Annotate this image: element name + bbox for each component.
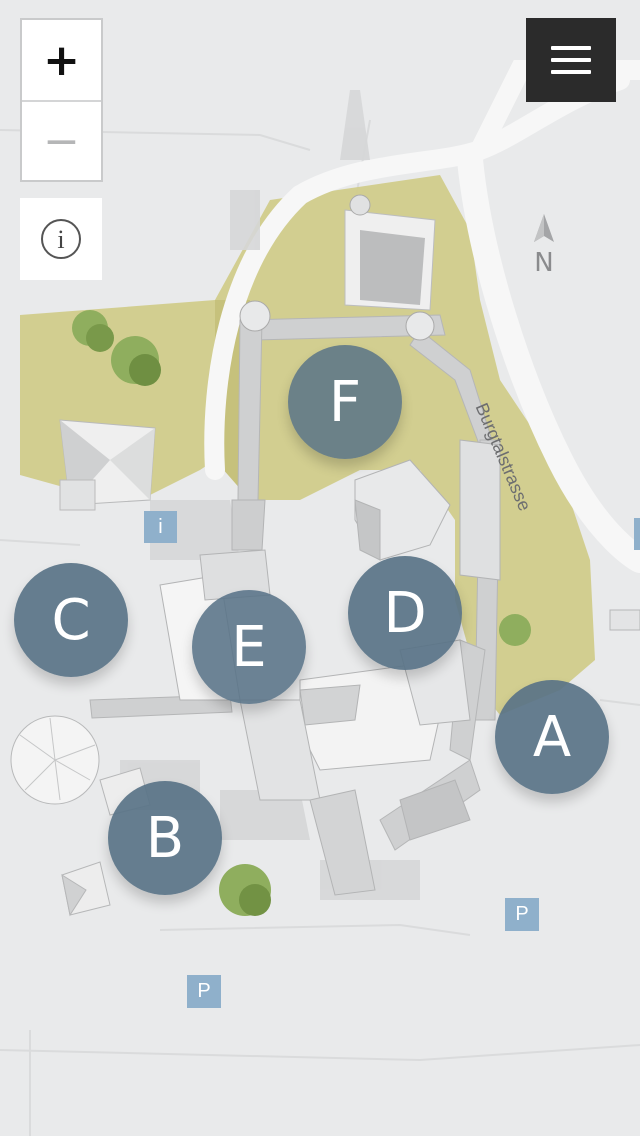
poi-edge-icon[interactable]	[634, 518, 640, 550]
parking-icon[interactable]: P	[505, 898, 539, 931]
info-button[interactable]: i	[20, 198, 102, 280]
north-label: N	[534, 248, 554, 278]
marker-c[interactable]: C	[14, 563, 128, 677]
hamburger-menu-icon	[551, 70, 591, 74]
zoom-controls: + −	[20, 18, 103, 182]
marker-e[interactable]: E	[192, 590, 306, 704]
north-arrow-icon	[534, 214, 554, 242]
marker-f[interactable]: F	[288, 345, 402, 459]
zoom-out-button[interactable]: −	[22, 100, 101, 180]
hamburger-menu-icon	[551, 58, 591, 62]
compass: N	[527, 212, 561, 282]
west-house	[59, 419, 156, 511]
map-app: Burgtalstrasse N i P P F D C E A B + − i	[0, 0, 640, 1136]
parking-icon[interactable]: P	[187, 975, 221, 1008]
info-point-icon[interactable]: i	[144, 511, 177, 543]
marker-a[interactable]: A	[495, 680, 609, 794]
menu-button[interactable]	[526, 18, 616, 102]
round-tower	[10, 715, 100, 805]
marker-b[interactable]: B	[108, 781, 222, 895]
zoom-in-button[interactable]: +	[22, 20, 101, 100]
info-icon: i	[41, 219, 81, 259]
marker-d[interactable]: D	[348, 556, 462, 670]
hamburger-menu-icon	[551, 46, 591, 50]
info-icon-label: i	[57, 225, 64, 254]
